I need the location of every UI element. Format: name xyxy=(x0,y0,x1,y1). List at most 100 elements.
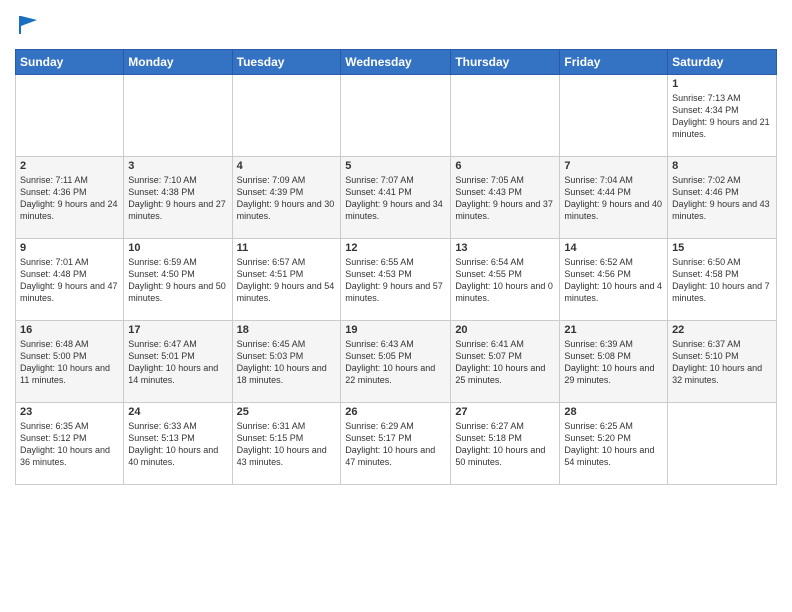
day-info: Sunrise: 7:10 AM Sunset: 4:38 PM Dayligh… xyxy=(128,174,227,223)
day-info: Sunrise: 6:48 AM Sunset: 5:00 PM Dayligh… xyxy=(20,338,119,387)
day-info: Sunrise: 7:04 AM Sunset: 4:44 PM Dayligh… xyxy=(564,174,663,223)
day-number: 13 xyxy=(455,242,555,254)
day-number: 23 xyxy=(20,406,119,418)
day-info: Sunrise: 6:25 AM Sunset: 5:20 PM Dayligh… xyxy=(564,420,663,469)
calendar-table: SundayMondayTuesdayWednesdayThursdayFrid… xyxy=(15,49,777,485)
day-info: Sunrise: 6:27 AM Sunset: 5:18 PM Dayligh… xyxy=(455,420,555,469)
calendar-cell xyxy=(668,402,777,484)
day-info: Sunrise: 6:35 AM Sunset: 5:12 PM Dayligh… xyxy=(20,420,119,469)
calendar-cell: 1 Sunrise: 7:13 AM Sunset: 4:34 PM Daylig… xyxy=(668,74,777,156)
calendar-cell: 13 Sunrise: 6:54 AM Sunset: 4:55 PM Dayli… xyxy=(451,238,560,320)
calendar-cell: 26 Sunrise: 6:29 AM Sunset: 5:17 PM Dayli… xyxy=(341,402,451,484)
day-number: 2 xyxy=(20,160,119,172)
calendar-header-row: SundayMondayTuesdayWednesdayThursdayFrid… xyxy=(16,49,777,74)
calendar-cell: 3 Sunrise: 7:10 AM Sunset: 4:38 PM Daylig… xyxy=(124,156,232,238)
calendar-cell xyxy=(232,74,341,156)
calendar-cell: 21 Sunrise: 6:39 AM Sunset: 5:08 PM Dayli… xyxy=(560,320,668,402)
calendar-cell xyxy=(341,74,451,156)
day-info: Sunrise: 7:01 AM Sunset: 4:48 PM Dayligh… xyxy=(20,256,119,305)
day-info: Sunrise: 7:02 AM Sunset: 4:46 PM Dayligh… xyxy=(672,174,772,223)
day-number: 22 xyxy=(672,324,772,336)
day-number: 17 xyxy=(128,324,227,336)
calendar-header-friday: Friday xyxy=(560,49,668,74)
day-info: Sunrise: 6:52 AM Sunset: 4:56 PM Dayligh… xyxy=(564,256,663,305)
calendar-cell: 12Sunrise: 6:55 AM Sunset: 4:53 PM Dayli… xyxy=(341,238,451,320)
day-info: Sunrise: 7:11 AM Sunset: 4:36 PM Dayligh… xyxy=(20,174,119,223)
day-number: 10 xyxy=(128,242,227,254)
calendar-header-monday: Monday xyxy=(124,49,232,74)
calendar-week-0: 1 Sunrise: 7:13 AM Sunset: 4:34 PM Daylig… xyxy=(16,74,777,156)
day-number: 5 xyxy=(345,160,446,172)
day-number: 26 xyxy=(345,406,446,418)
day-number: 21 xyxy=(564,324,663,336)
day-info: Sunrise: 6:31 AM Sunset: 5:15 PM Dayligh… xyxy=(237,420,337,469)
day-number: 9 xyxy=(20,242,119,254)
page: SundayMondayTuesdayWednesdayThursdayFrid… xyxy=(0,0,792,495)
calendar-header-tuesday: Tuesday xyxy=(232,49,341,74)
calendar-header-saturday: Saturday xyxy=(668,49,777,74)
calendar-cell: 17 Sunrise: 6:47 AM Sunset: 5:01 PM Dayli… xyxy=(124,320,232,402)
day-number: 6 xyxy=(455,160,555,172)
day-info: Sunrise: 6:45 AM Sunset: 5:03 PM Dayligh… xyxy=(237,338,337,387)
day-info: Sunrise: 6:50 AM Sunset: 4:58 PM Dayligh… xyxy=(672,256,772,305)
day-number: 4 xyxy=(237,160,337,172)
day-number: 12 xyxy=(345,242,446,254)
day-info: Sunrise: 6:43 AM Sunset: 5:05 PM Dayligh… xyxy=(345,338,446,387)
calendar-cell: 2 Sunrise: 7:11 AM Sunset: 4:36 PM Daylig… xyxy=(16,156,124,238)
day-number: 11 xyxy=(237,242,337,254)
calendar-week-2: 9 Sunrise: 7:01 AM Sunset: 4:48 PM Daylig… xyxy=(16,238,777,320)
day-number: 20 xyxy=(455,324,555,336)
day-number: 19 xyxy=(345,324,446,336)
day-number: 7 xyxy=(564,160,663,172)
calendar-header-sunday: Sunday xyxy=(16,49,124,74)
calendar-week-1: 2 Sunrise: 7:11 AM Sunset: 4:36 PM Daylig… xyxy=(16,156,777,238)
calendar-cell: 24 Sunrise: 6:33 AM Sunset: 5:13 PM Dayli… xyxy=(124,402,232,484)
calendar-week-3: 16Sunrise: 6:48 AM Sunset: 5:00 PM Dayli… xyxy=(16,320,777,402)
calendar-cell: 8 Sunrise: 7:02 AM Sunset: 4:46 PM Daylig… xyxy=(668,156,777,238)
day-info: Sunrise: 6:54 AM Sunset: 4:55 PM Dayligh… xyxy=(455,256,555,305)
calendar-cell: 15 Sunrise: 6:50 AM Sunset: 4:58 PM Dayli… xyxy=(668,238,777,320)
calendar-cell: 20 Sunrise: 6:41 AM Sunset: 5:07 PM Dayli… xyxy=(451,320,560,402)
calendar-cell: 28 Sunrise: 6:25 AM Sunset: 5:20 PM Dayli… xyxy=(560,402,668,484)
calendar-cell: 27 Sunrise: 6:27 AM Sunset: 5:18 PM Dayli… xyxy=(451,402,560,484)
calendar-week-4: 23 Sunrise: 6:35 AM Sunset: 5:12 PM Dayli… xyxy=(16,402,777,484)
day-number: 28 xyxy=(564,406,663,418)
day-info: Sunrise: 6:59 AM Sunset: 4:50 PM Dayligh… xyxy=(128,256,227,305)
day-info: Sunrise: 6:29 AM Sunset: 5:17 PM Dayligh… xyxy=(345,420,446,469)
calendar-cell: 11 Sunrise: 6:57 AM Sunset: 4:51 PM Dayli… xyxy=(232,238,341,320)
calendar-cell: 4Sunrise: 7:09 AM Sunset: 4:39 PM Daylig… xyxy=(232,156,341,238)
calendar-header-thursday: Thursday xyxy=(451,49,560,74)
day-info: Sunrise: 6:41 AM Sunset: 5:07 PM Dayligh… xyxy=(455,338,555,387)
day-number: 8 xyxy=(672,160,772,172)
calendar-cell: 25 Sunrise: 6:31 AM Sunset: 5:15 PM Dayli… xyxy=(232,402,341,484)
calendar-cell: 6Sunrise: 7:05 AM Sunset: 4:43 PM Daylig… xyxy=(451,156,560,238)
day-number: 14 xyxy=(564,242,663,254)
day-number: 25 xyxy=(237,406,337,418)
calendar-header-wednesday: Wednesday xyxy=(341,49,451,74)
calendar-cell: 22 Sunrise: 6:37 AM Sunset: 5:10 PM Dayli… xyxy=(668,320,777,402)
calendar-cell: 23 Sunrise: 6:35 AM Sunset: 5:12 PM Dayli… xyxy=(16,402,124,484)
day-info: Sunrise: 6:47 AM Sunset: 5:01 PM Dayligh… xyxy=(128,338,227,387)
day-number: 27 xyxy=(455,406,555,418)
day-number: 1 xyxy=(672,78,772,90)
calendar-cell xyxy=(560,74,668,156)
day-number: 24 xyxy=(128,406,227,418)
calendar-cell: 10 Sunrise: 6:59 AM Sunset: 4:50 PM Dayli… xyxy=(124,238,232,320)
day-number: 3 xyxy=(128,160,227,172)
calendar-cell: 16Sunrise: 6:48 AM Sunset: 5:00 PM Dayli… xyxy=(16,320,124,402)
day-number: 18 xyxy=(237,324,337,336)
day-info: Sunrise: 6:37 AM Sunset: 5:10 PM Dayligh… xyxy=(672,338,772,387)
calendar-cell xyxy=(16,74,124,156)
calendar-cell: 18 Sunrise: 6:45 AM Sunset: 5:03 PM Dayli… xyxy=(232,320,341,402)
logo xyxy=(15,14,41,43)
header xyxy=(15,10,777,43)
calendar-cell xyxy=(451,74,560,156)
day-info: Sunrise: 7:13 AM Sunset: 4:34 PM Dayligh… xyxy=(672,92,772,141)
calendar-cell xyxy=(124,74,232,156)
day-info: Sunrise: 6:39 AM Sunset: 5:08 PM Dayligh… xyxy=(564,338,663,387)
calendar-cell: 5Sunrise: 7:07 AM Sunset: 4:41 PM Daylig… xyxy=(341,156,451,238)
day-info: Sunrise: 6:57 AM Sunset: 4:51 PM Dayligh… xyxy=(237,256,337,305)
day-info: Sunrise: 6:33 AM Sunset: 5:13 PM Dayligh… xyxy=(128,420,227,469)
day-number: 15 xyxy=(672,242,772,254)
calendar-cell: 9 Sunrise: 7:01 AM Sunset: 4:48 PM Daylig… xyxy=(16,238,124,320)
